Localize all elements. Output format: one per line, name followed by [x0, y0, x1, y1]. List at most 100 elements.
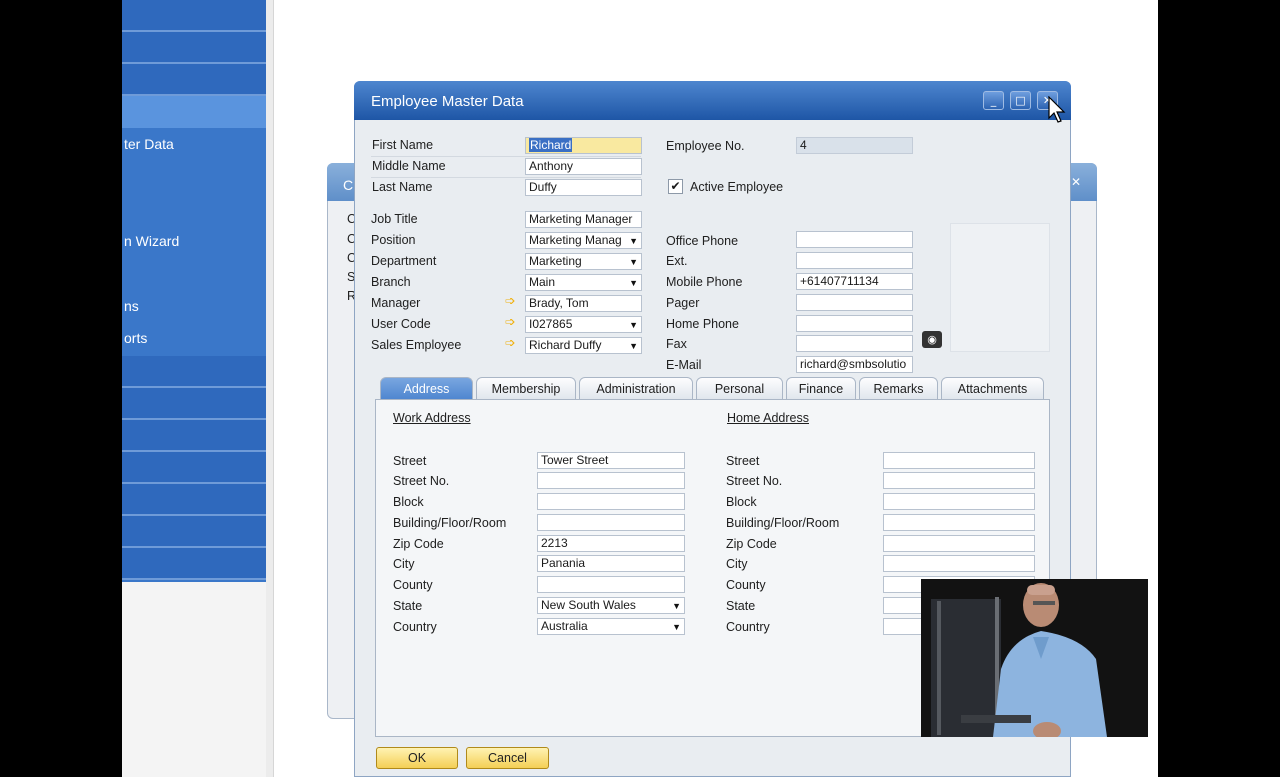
- link-arrow-icon[interactable]: ➩: [505, 294, 516, 309]
- work-state-select[interactable]: New South Wales ▼: [537, 597, 685, 614]
- home-street-field[interactable]: [883, 452, 1035, 469]
- chevron-down-icon[interactable]: ▼: [629, 255, 638, 269]
- work-country-value: Australia: [541, 619, 588, 633]
- nav-band[interactable]: [122, 452, 266, 484]
- panel-separator: [266, 0, 274, 777]
- work-building-label: Building/Floor/Room: [393, 516, 507, 530]
- employee-photo-area[interactable]: [950, 223, 1050, 352]
- work-street-no-field[interactable]: [537, 472, 685, 489]
- first-name-value: Richard: [529, 138, 573, 152]
- work-country-select[interactable]: Australia ▼: [537, 618, 685, 635]
- position-select[interactable]: Marketing Manag ▼: [525, 232, 642, 249]
- sales-employee-select[interactable]: Richard Duffy ▼: [525, 337, 642, 354]
- tab-personal[interactable]: Personal: [696, 377, 783, 400]
- nav-band[interactable]: [122, 420, 266, 452]
- fax-field[interactable]: [796, 335, 913, 352]
- chevron-down-icon[interactable]: ▼: [629, 276, 638, 290]
- home-phone-field[interactable]: [796, 315, 913, 332]
- mobile-phone-field[interactable]: +61407711134: [796, 273, 913, 290]
- nav-item-wizard[interactable]: n Wizard: [124, 233, 179, 249]
- job-title-label: Job Title: [371, 212, 418, 226]
- user-code-value: I027865: [529, 317, 573, 331]
- office-phone-label: Office Phone: [666, 234, 739, 248]
- nav-item-ns[interactable]: ns: [124, 298, 139, 314]
- background-close-icon: ✕: [1071, 175, 1082, 189]
- pager-field[interactable]: [796, 294, 913, 311]
- tab-remarks[interactable]: Remarks: [859, 377, 938, 400]
- last-name-field[interactable]: Duffy: [525, 179, 642, 196]
- maximize-button[interactable]: □: [1010, 91, 1031, 110]
- camera-icon[interactable]: ◉: [922, 331, 942, 348]
- middle-name-field[interactable]: Anthony: [525, 158, 642, 175]
- department-value: Marketing: [529, 254, 582, 268]
- link-arrow-icon[interactable]: ➩: [505, 336, 516, 351]
- nav-item-reports[interactable]: orts: [124, 330, 147, 346]
- active-employee-checkbox[interactable]: ✔: [668, 179, 683, 194]
- chevron-down-icon[interactable]: ▼: [629, 339, 638, 353]
- nav-band[interactable]: [122, 64, 266, 96]
- first-name-field[interactable]: Richard: [525, 137, 642, 154]
- work-city-field[interactable]: Panania: [537, 555, 685, 572]
- office-phone-field[interactable]: [796, 231, 913, 248]
- work-county-label: County: [393, 578, 433, 592]
- nav-band[interactable]: [122, 484, 266, 516]
- fax-label: Fax: [666, 337, 687, 351]
- nav-band[interactable]: [122, 388, 266, 420]
- department-select[interactable]: Marketing ▼: [525, 253, 642, 270]
- dialog-title: Employee Master Data: [371, 93, 524, 110]
- work-county-field[interactable]: [537, 576, 685, 593]
- email-field[interactable]: richard@smbsolutio: [796, 356, 913, 373]
- tab-address[interactable]: Address: [380, 377, 473, 400]
- home-address-heading: Home Address: [727, 411, 809, 425]
- nav-selected-item[interactable]: [122, 96, 266, 128]
- presenter-video: [921, 579, 1148, 737]
- chevron-down-icon[interactable]: ▼: [629, 234, 638, 248]
- chevron-down-icon[interactable]: ▼: [629, 318, 638, 332]
- minimize-button[interactable]: _: [983, 91, 1004, 110]
- cancel-button[interactable]: Cancel: [466, 747, 549, 769]
- home-building-field[interactable]: [883, 514, 1035, 531]
- tab-membership[interactable]: Membership: [476, 377, 576, 400]
- home-zip-field[interactable]: [883, 535, 1035, 552]
- work-zip-label: Zip Code: [393, 537, 444, 551]
- tab-attachments[interactable]: Attachments: [941, 377, 1044, 400]
- link-arrow-icon[interactable]: ➩: [505, 315, 516, 330]
- home-zip-label: Zip Code: [726, 537, 777, 551]
- home-block-field[interactable]: [883, 493, 1035, 510]
- job-title-field[interactable]: Marketing Manager: [525, 211, 642, 228]
- work-street-field[interactable]: Tower Street: [537, 452, 685, 469]
- work-country-label: Country: [393, 620, 437, 634]
- work-building-field[interactable]: [537, 514, 685, 531]
- nav-band[interactable]: [122, 548, 266, 580]
- work-address-heading: Work Address: [393, 411, 471, 425]
- ext-field[interactable]: [796, 252, 913, 269]
- employee-no-label: Employee No.: [666, 139, 745, 153]
- work-street-no-label: Street No.: [393, 474, 450, 488]
- chevron-down-icon[interactable]: ▼: [672, 599, 681, 613]
- row-divider: [371, 177, 641, 178]
- nav-band[interactable]: [122, 32, 266, 64]
- home-street-no-field[interactable]: [883, 472, 1035, 489]
- nav-band[interactable]: [122, 0, 266, 32]
- position-value: Marketing Manag: [529, 233, 622, 247]
- home-building-label: Building/Floor/Room: [726, 516, 840, 530]
- tab-administration[interactable]: Administration: [579, 377, 693, 400]
- work-state-label: State: [393, 599, 423, 613]
- work-zip-field[interactable]: 2213: [537, 535, 685, 552]
- work-block-field[interactable]: [537, 493, 685, 510]
- nav-item-master-data[interactable]: ter Data: [124, 136, 174, 152]
- chevron-down-icon[interactable]: ▼: [672, 620, 681, 634]
- home-city-field[interactable]: [883, 555, 1035, 572]
- mouse-pointer-icon: [1048, 96, 1066, 123]
- user-code-select[interactable]: I027865 ▼: [525, 316, 642, 333]
- home-county-label: County: [726, 578, 766, 592]
- active-employee-label: Active Employee: [690, 180, 784, 194]
- manager-field[interactable]: Brady, Tom: [525, 295, 642, 312]
- branch-label: Branch: [371, 275, 411, 289]
- branch-select[interactable]: Main ▼: [525, 274, 642, 291]
- nav-band[interactable]: [122, 516, 266, 548]
- sales-employee-value: Richard Duffy: [529, 338, 602, 352]
- tab-finance[interactable]: Finance: [786, 377, 856, 400]
- ok-button[interactable]: OK: [376, 747, 458, 769]
- nav-band[interactable]: [122, 356, 266, 388]
